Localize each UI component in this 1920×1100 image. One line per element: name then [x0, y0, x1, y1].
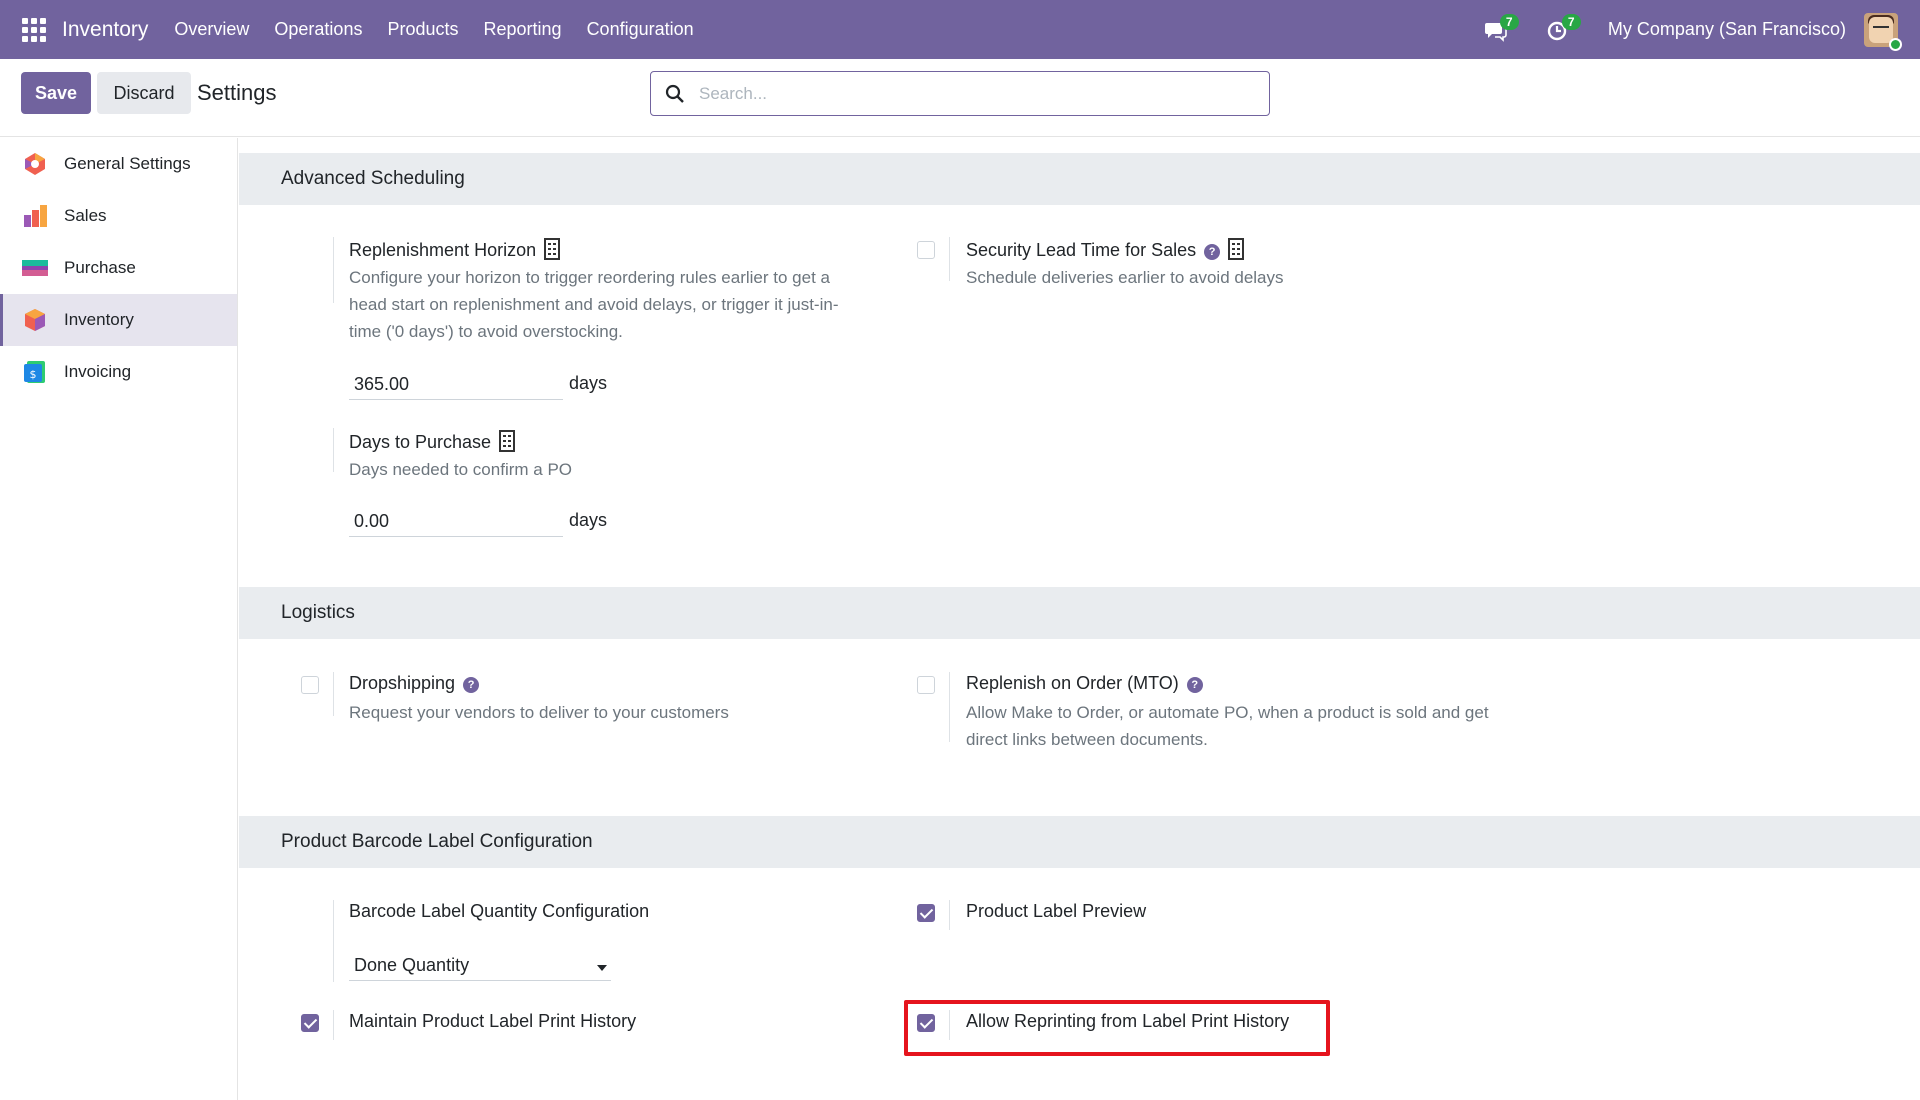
- sidebar-item-inventory[interactable]: Inventory: [0, 294, 237, 346]
- days-to-purchase-title: Days to Purchase: [349, 430, 516, 453]
- days-to-purchase-desc: Days needed to confirm a PO: [349, 460, 573, 479]
- search-icon: [665, 84, 685, 104]
- company-building-icon: [544, 238, 561, 260]
- control-panel: Save Discard Settings: [0, 59, 1920, 137]
- section-header-logistics: Logistics: [239, 587, 1920, 639]
- mto-desc: Allow Make to Order, or automate PO, whe…: [966, 703, 1489, 749]
- inventory-icon: [22, 307, 48, 333]
- help-icon[interactable]: ?: [1186, 677, 1203, 693]
- menu-reporting[interactable]: Reporting: [484, 19, 562, 40]
- save-button[interactable]: Save: [21, 72, 91, 114]
- security-lead-time-checkbox[interactable]: [917, 241, 935, 259]
- messages-button[interactable]: 7: [1484, 13, 1519, 44]
- replenishment-horizon-title: Replenishment Horizon: [349, 238, 561, 261]
- sidebar-item-label: Sales: [64, 206, 107, 225]
- sidebar-item-general-settings[interactable]: General Settings: [0, 138, 237, 190]
- dropshipping-title: Dropshipping?: [349, 673, 480, 694]
- search-input[interactable]: [699, 83, 1239, 104]
- top-navbar: Inventory Overview Operations Products R…: [0, 0, 1920, 59]
- sales-icon: [22, 203, 48, 229]
- settings-sidebar: General Settings Sales Purchase Inventor…: [0, 138, 238, 1100]
- menu-products[interactable]: Products: [387, 19, 458, 40]
- dropshipping-desc: Request your vendors to deliver to your …: [349, 703, 729, 722]
- sidebar-item-invoicing[interactable]: $ Invoicing: [0, 346, 237, 398]
- menu-configuration[interactable]: Configuration: [587, 19, 694, 40]
- sidebar-item-label: Purchase: [64, 258, 136, 277]
- security-lead-time-desc: Schedule deliveries earlier to avoid del…: [966, 268, 1284, 287]
- divider: [333, 672, 334, 716]
- section-header-barcode-label: Product Barcode Label Configuration: [239, 816, 1920, 868]
- company-building-icon: [499, 430, 516, 452]
- sidebar-item-label: General Settings: [64, 154, 191, 173]
- svg-text:$: $: [30, 368, 37, 381]
- sidebar-item-label: Invoicing: [64, 362, 132, 381]
- days-to-purchase-unit: days: [569, 510, 608, 530]
- barcode-quantity-select[interactable]: Done Quantity: [349, 949, 611, 981]
- activities-count-badge: 7: [1561, 13, 1581, 30]
- replenishment-horizon-unit: days: [569, 373, 608, 393]
- section-header-advanced-scheduling: Advanced Scheduling: [239, 153, 1920, 205]
- app-grid-icon[interactable]: [22, 17, 46, 42]
- barcode-quantity-config-title: Barcode Label Quantity Configuration: [349, 901, 650, 921]
- divider: [949, 672, 950, 742]
- invoicing-icon: $: [22, 359, 48, 385]
- dropshipping-checkbox[interactable]: [301, 676, 319, 694]
- general-settings-icon: [22, 151, 48, 177]
- sidebar-item-label: Inventory: [64, 310, 134, 329]
- highlight-box: [904, 1000, 1330, 1056]
- product-label-preview-title: Product Label Preview: [966, 901, 1147, 921]
- divider: [333, 428, 334, 472]
- page-title: Settings: [197, 80, 277, 105]
- security-lead-time-title: Security Lead Time for Sales?: [966, 238, 1245, 261]
- purchase-icon: [22, 255, 48, 281]
- divider: [949, 900, 950, 930]
- mto-title: Replenish on Order (MTO)?: [966, 673, 1203, 694]
- messages-count-badge: 7: [1499, 13, 1519, 30]
- navbar-right: 7 7 My Company (San Francisco): [1484, 0, 1920, 59]
- online-status-icon: [1889, 37, 1902, 51]
- chevron-down-icon: [597, 965, 607, 971]
- mto-checkbox[interactable]: [917, 676, 935, 694]
- company-building-icon: [1228, 238, 1245, 260]
- divider: [333, 1010, 334, 1040]
- days-to-purchase-input[interactable]: 0.00: [349, 505, 563, 537]
- search-bar[interactable]: [650, 71, 1270, 116]
- company-switcher[interactable]: My Company (San Francisco): [1608, 19, 1846, 40]
- divider: [333, 900, 334, 982]
- help-icon[interactable]: ?: [463, 677, 480, 693]
- divider: [333, 237, 334, 303]
- activities-button[interactable]: 7: [1546, 13, 1581, 44]
- discard-button[interactable]: Discard: [97, 72, 191, 114]
- help-icon[interactable]: ?: [1204, 244, 1221, 260]
- print-history-title: Maintain Product Label Print History: [349, 1011, 637, 1031]
- app-name[interactable]: Inventory: [62, 18, 148, 42]
- menu-overview[interactable]: Overview: [174, 19, 249, 40]
- replenishment-horizon-desc: Configure your horizon to trigger reorde…: [349, 268, 839, 341]
- barcode-quantity-selected: Done Quantity: [354, 955, 470, 975]
- product-label-preview-checkbox[interactable]: [917, 904, 935, 922]
- divider: [949, 237, 950, 281]
- settings-content: Advanced Scheduling Replenishment Horizo…: [239, 138, 1920, 1100]
- user-avatar[interactable]: [1864, 12, 1902, 51]
- sidebar-item-sales[interactable]: Sales: [0, 190, 237, 242]
- top-menu: Overview Operations Products Reporting C…: [174, 19, 718, 40]
- print-history-checkbox[interactable]: [301, 1014, 319, 1032]
- replenishment-horizon-input[interactable]: 365.00: [349, 368, 563, 400]
- sidebar-item-purchase[interactable]: Purchase: [0, 242, 237, 294]
- menu-operations[interactable]: Operations: [274, 19, 362, 40]
